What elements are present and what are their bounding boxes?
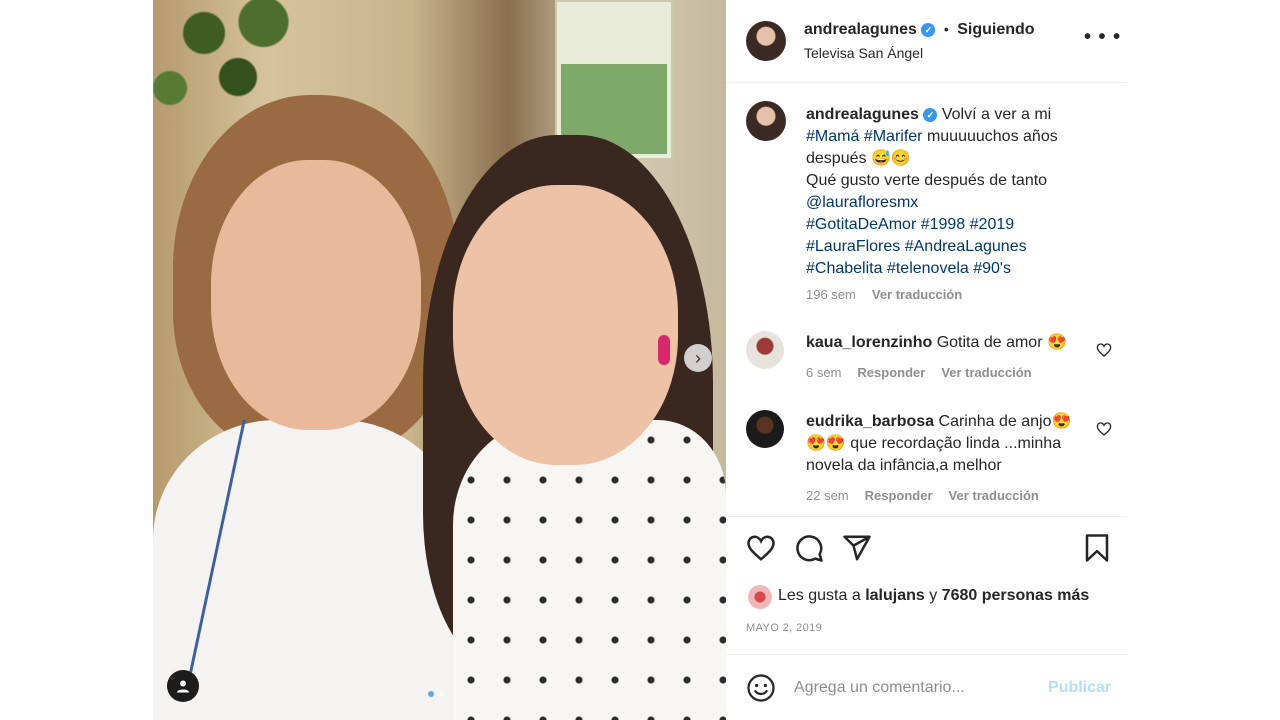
photo-person-right-blouse [453, 420, 726, 720]
translate-button[interactable]: Ver traducción [949, 488, 1039, 503]
reply-button[interactable]: Responder [857, 365, 925, 380]
photo-person-left-face [211, 160, 421, 430]
likes-joiner: y [929, 587, 938, 604]
photo-foliage [153, 0, 323, 110]
hashtag-link[interactable]: #Mamá [806, 128, 859, 145]
comment-username[interactable]: eudrika_barbosa [806, 413, 934, 430]
comment-emoji: 😍 [1051, 413, 1072, 430]
caption-author-avatar[interactable] [746, 101, 786, 141]
hashtag-links[interactable]: #LauraFlores #AndreaLagunes [806, 236, 1096, 258]
emoji-smile-icon[interactable] [746, 673, 776, 703]
bookmark-icon[interactable] [1082, 533, 1112, 563]
photo-person-right-face [453, 185, 678, 465]
author-avatar[interactable] [746, 21, 786, 61]
tagged-users-button[interactable] [167, 670, 199, 702]
comment-time[interactable]: 6 sem [806, 365, 841, 380]
caption-username[interactable]: andrealagunes [806, 106, 919, 123]
reply-button[interactable]: Responder [865, 488, 933, 503]
commenter-avatar[interactable] [746, 331, 784, 369]
header-line: andrealagunes ✓ • Siguiendo [804, 21, 1035, 39]
hashtag-links[interactable]: #GotitaDeAmor #1998 #2019 [806, 214, 1096, 236]
comments-section: andrealagunes ✓ Volví a ver a mi #Mamá #… [726, 84, 1127, 516]
instagram-post: › andrealagunes ✓ • Siguiendo Televisa S… [0, 0, 1280, 720]
heart-icon[interactable] [746, 533, 776, 563]
likes-prefix: Les gusta a [778, 587, 861, 604]
comment-emoji: 😍😍 [806, 435, 846, 452]
likes-others-link[interactable]: 7680 personas más [942, 587, 1090, 604]
comment-emoji: 😍 [1046, 334, 1067, 351]
carousel-next-button[interactable]: › [684, 344, 712, 372]
post-header: andrealagunes ✓ • Siguiendo Televisa San… [726, 0, 1127, 83]
comment-item: eudrika_barbosa Carinha de anjo😍 😍😍 que … [806, 411, 1096, 477]
caption-time[interactable]: 196 sem [806, 287, 856, 302]
user-tag-icon [177, 680, 189, 693]
caption-text-1: Volví a ver a mi [941, 106, 1052, 123]
publish-button[interactable]: Publicar [1048, 679, 1111, 697]
carousel-dot [428, 691, 434, 697]
header-separator: • [943, 21, 949, 37]
chevron-right-icon: › [695, 348, 701, 368]
comment-username[interactable]: kaua_lorenzinho [806, 334, 932, 351]
share-icon[interactable] [842, 533, 872, 563]
mention-link[interactable]: @laurafloresmx [806, 192, 1096, 214]
caption-text-3: después [806, 150, 867, 167]
caption-emoji: 😅😊 [870, 150, 911, 167]
caption-text-2: muuuuuchos años [926, 128, 1058, 145]
post-date[interactable]: MAYO 2, 2019 [746, 622, 822, 634]
carousel-indicator [428, 691, 444, 697]
comment-input[interactable] [794, 675, 1034, 701]
comment-text: novela da infância,a melhor [806, 457, 1002, 474]
post-actions: Les gusta a lalujans y 7680 personas más… [726, 516, 1127, 654]
comment-text: Carinha de anjo [938, 413, 1052, 430]
verified-badge-icon: ✓ [921, 23, 936, 37]
more-options-icon[interactable]: • • • [1084, 26, 1121, 49]
author-username[interactable]: andrealagunes [804, 21, 917, 38]
comment-meta: 6 sem Responder Ver traducción [806, 365, 1032, 380]
caption-translate-button[interactable]: Ver traducción [872, 287, 962, 302]
photo-earring [658, 335, 670, 365]
hashtag-link[interactable]: #Marifer [864, 128, 923, 145]
translate-button[interactable]: Ver traducción [941, 365, 1031, 380]
post-location[interactable]: Televisa San Ángel [804, 45, 923, 61]
verified-badge-icon: ✓ [923, 108, 938, 122]
post-caption: andrealagunes ✓ Volví a ver a mi #Mamá #… [806, 104, 1096, 280]
comment-icon[interactable] [794, 533, 824, 563]
likes-summary: Les gusta a lalujans y 7680 personas más [778, 587, 1089, 605]
caption-meta: 196 sem Ver traducción [806, 287, 962, 302]
commenter-avatar[interactable] [746, 410, 784, 448]
comment-like-icon[interactable] [1096, 342, 1112, 358]
comment-text: Gotita de amor [936, 334, 1043, 351]
comment-time[interactable]: 22 sem [806, 488, 849, 503]
comment-composer: Publicar [726, 654, 1127, 720]
post-side-panel: andrealagunes ✓ • Siguiendo Televisa San… [726, 0, 1127, 720]
comment-meta: 22 sem Responder Ver traducción [806, 488, 1039, 503]
comment-item: kaua_lorenzinho Gotita de amor 😍 [806, 332, 1096, 354]
caption-text-4: Qué gusto verte después de tanto [806, 172, 1048, 189]
following-button[interactable]: Siguiendo [957, 21, 1034, 38]
liker-avatar[interactable] [748, 585, 772, 609]
hashtag-links[interactable]: #Chabelita #telenovela #90's [806, 258, 1096, 280]
comment-like-icon[interactable] [1096, 421, 1112, 437]
liker-username[interactable]: lalujans [865, 587, 925, 604]
carousel-dot [438, 691, 444, 697]
comment-text: que recordação linda ...minha [850, 435, 1062, 452]
post-photo[interactable] [153, 0, 726, 720]
